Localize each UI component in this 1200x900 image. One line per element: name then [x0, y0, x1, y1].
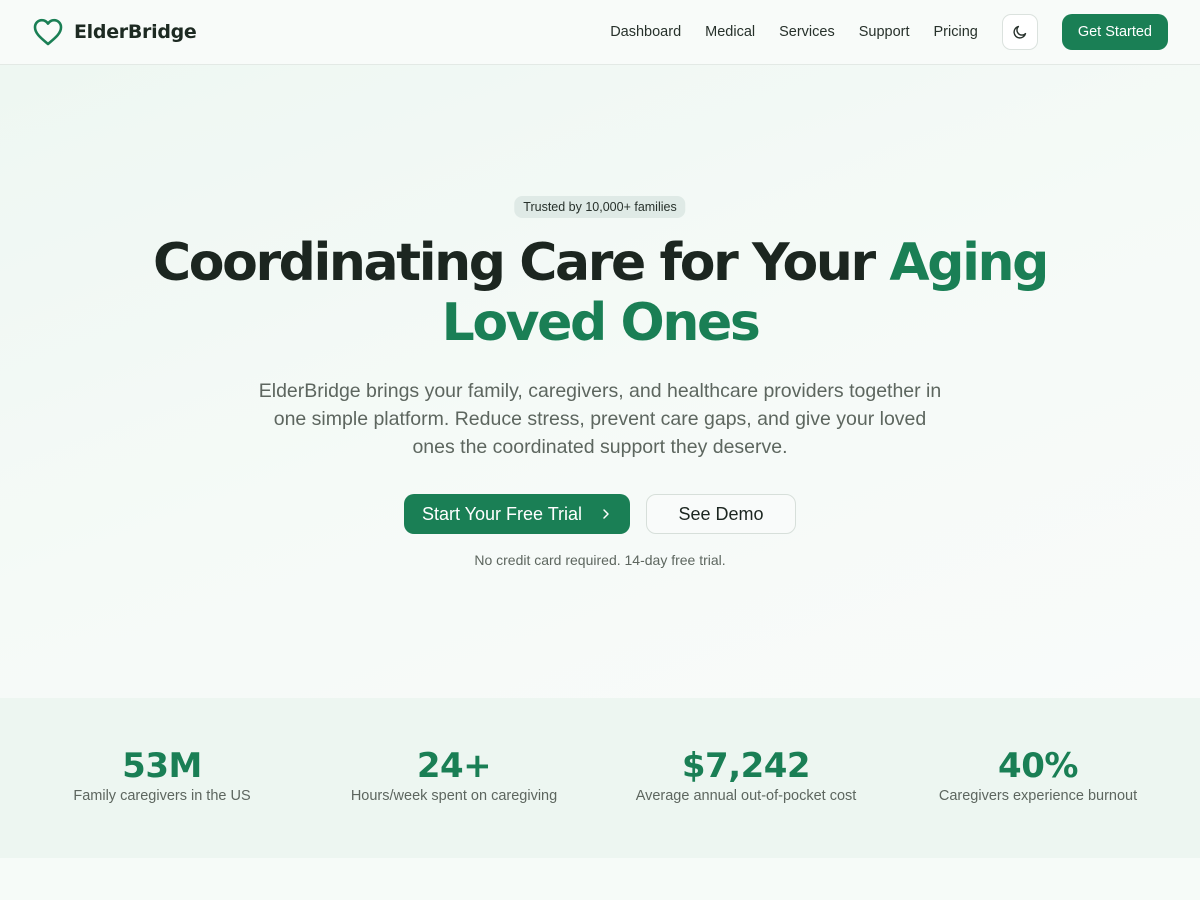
theme-toggle-button[interactable] [1001, 14, 1038, 50]
hero-section: Trusted by 10,000+ families Coordinating… [0, 65, 1200, 698]
headline-accent-loved-ones: Loved Ones [441, 293, 761, 353]
stat-label: Family caregivers in the US [73, 788, 251, 804]
stat-cost: $7,242 Average annual out-of-pocket cost [600, 746, 892, 804]
stat-hours: 24+ Hours/week spent on caregiving [308, 746, 600, 804]
stat-value: 24+ [416, 746, 492, 786]
stat-label: Hours/week spent on caregiving [350, 788, 558, 804]
see-demo-button[interactable]: See Demo [646, 494, 796, 534]
start-free-trial-label: Start Your Free Trial [421, 503, 583, 524]
hero-headline: Coordinating Care for Your Aging Loved O… [0, 233, 1200, 353]
headline-accent-aging: Aging [889, 233, 1049, 293]
brand-name: ElderBridge [74, 21, 197, 43]
stat-label: Caregivers experience burnout [938, 788, 1138, 804]
site-header: ElderBridge Dashboard Medical Services S… [0, 0, 1200, 65]
hero-actions: Start Your Free Trial See Demo [0, 494, 1200, 534]
stat-label: Average annual out-of-pocket cost [635, 788, 857, 804]
trial-note: No credit card required. 14-day free tri… [474, 552, 726, 568]
main-nav: Dashboard Medical Services Support Prici… [610, 14, 1168, 50]
hero-subtitle: ElderBridge brings your family, caregive… [258, 380, 942, 458]
heart-icon [32, 17, 64, 47]
nav-link-support[interactable]: Support [859, 24, 910, 40]
stat-burnout: 40% Caregivers experience burnout [892, 746, 1184, 804]
nav-link-medical[interactable]: Medical [705, 24, 755, 40]
moon-icon [1012, 24, 1028, 40]
nav-link-services[interactable]: Services [779, 24, 835, 40]
nav-link-pricing[interactable]: Pricing [934, 24, 978, 40]
brand-logo[interactable]: ElderBridge [32, 17, 197, 47]
get-started-button[interactable]: Get Started [1061, 14, 1168, 50]
stat-caregivers: 53M Family caregivers in the US [16, 746, 308, 804]
headline-text: Coordinating Care for Your [153, 233, 890, 293]
chevron-right-icon [600, 508, 612, 520]
nav-link-dashboard[interactable]: Dashboard [610, 24, 681, 40]
trust-badge: Trusted by 10,000+ families [514, 196, 686, 218]
stat-value: $7,242 [681, 746, 811, 786]
stat-value: 53M [122, 746, 202, 786]
start-free-trial-button[interactable]: Start Your Free Trial [404, 494, 630, 534]
page-bottom [0, 858, 1200, 900]
stats-section: 53M Family caregivers in the US 24+ Hour… [0, 698, 1200, 858]
stat-value: 40% [998, 746, 1078, 786]
